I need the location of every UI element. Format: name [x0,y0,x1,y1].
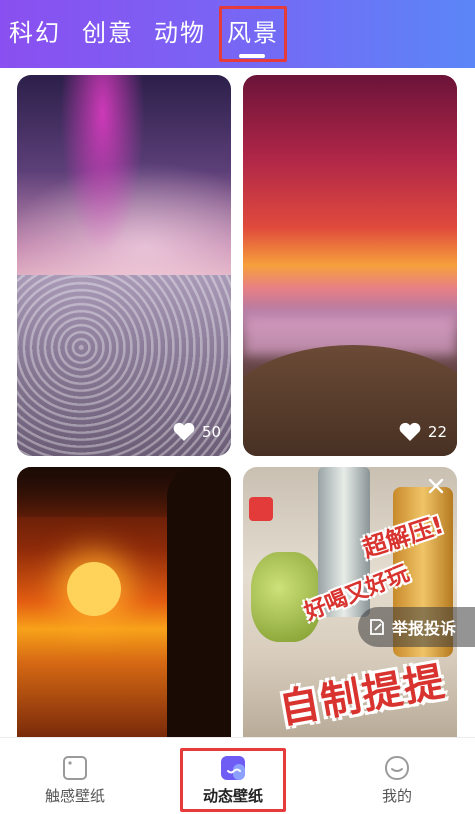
nav-touch-wallpaper[interactable]: 触感壁纸 [15,746,135,806]
profile-icon [384,755,410,781]
like-count[interactable]: 50 [172,422,221,442]
touch-wallpaper-icon [63,756,87,780]
nav-profile[interactable]: 我的 [337,746,457,806]
report-label: 举报投诉 [392,619,457,638]
report-button[interactable]: 举报投诉 [358,607,475,647]
like-count-value: 50 [201,423,221,441]
wallpaper-image [67,562,121,616]
active-tab-highlight [219,6,287,62]
like-count-value: 22 [427,423,447,441]
tab-creative[interactable]: 创意 [82,18,134,48]
tab-animals[interactable]: 动物 [154,18,206,48]
like-count[interactable]: 22 [398,422,447,442]
heart-icon [399,422,421,441]
wallpaper-card[interactable]: 50 [17,75,231,456]
wallpaper-image [167,467,231,737]
wallpaper-card[interactable] [17,467,231,737]
close-icon[interactable] [427,477,445,495]
ad-card[interactable]: 超解压! 好喝又好玩 自制提提酒 [243,467,457,737]
active-nav-highlight [180,748,286,812]
nav-label: 我的 [381,787,412,805]
tab-scifi[interactable]: 科幻 [9,18,61,48]
ad-image: 自制提提酒 [275,658,450,734]
heart-icon [173,422,195,441]
wallpaper-card[interactable]: 22 [243,75,457,456]
ad-image [249,497,273,521]
nav-label: 触感壁纸 [44,787,105,805]
report-icon [370,619,384,635]
